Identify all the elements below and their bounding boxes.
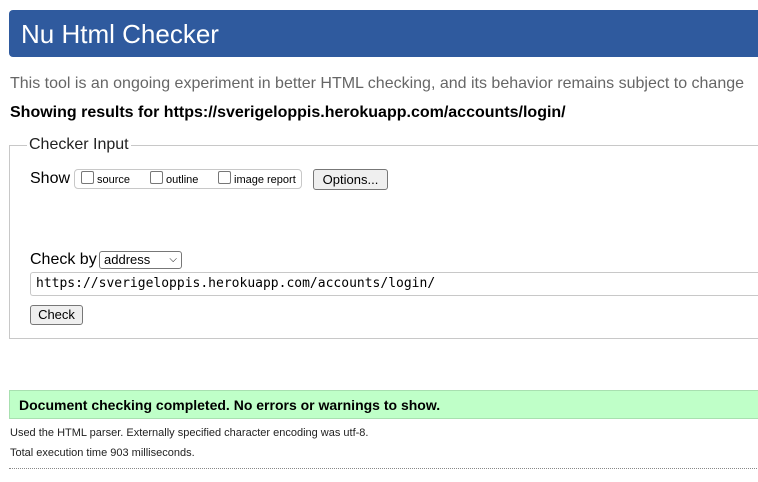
show-label: Show [30,170,71,187]
show-source-option[interactable]: source [81,171,130,186]
show-outline-option[interactable]: outline [150,171,198,186]
check-by-select[interactable]: address ⌵ [99,251,182,269]
show-image-report-option[interactable]: image report [218,171,296,186]
check-by-label: Check by [30,251,97,268]
options-button[interactable]: Options... [313,169,388,190]
outline-checkbox[interactable] [150,171,163,184]
check-button[interactable]: Check [30,305,83,325]
chevron-down-icon: ⌵ [169,254,177,265]
checker-input-legend: Checker Input [27,136,131,154]
parser-info-text: Used the HTML parser. Externally specifi… [10,427,369,439]
source-checkbox[interactable] [81,171,94,184]
page-header: Nu Html Checker [9,10,758,57]
success-message: Document checking completed. No errors o… [19,397,441,413]
source-checkbox-label: source [97,174,131,186]
url-input[interactable]: https://sverigeloppis.herokuapp.com/acco… [30,272,758,296]
intro-text: This tool is an ongoing experiment in be… [10,75,745,92]
page-title: Nu Html Checker [21,19,219,49]
divider [9,468,758,469]
image-report-checkbox[interactable] [218,171,231,184]
showing-results-heading: Showing results for https://sverigeloppi… [10,104,566,121]
success-message-box: Document checking completed. No errors o… [9,390,758,419]
image-report-checkbox-label: image report [234,174,296,186]
outline-checkbox-label: outline [166,174,199,186]
check-by-selected-value: address [104,252,151,267]
execution-time-text: Total execution time 903 milliseconds. [10,447,195,459]
